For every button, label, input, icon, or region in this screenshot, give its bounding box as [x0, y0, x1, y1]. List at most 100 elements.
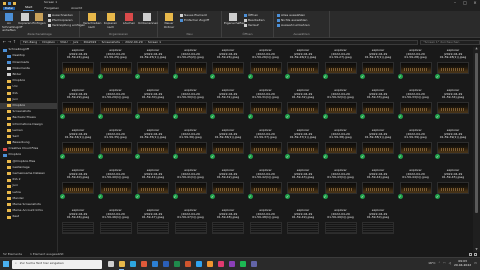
large-icons-view-icon[interactable] — [474, 253, 477, 256]
breadcrumb-item[interactable]: IDA2022 — [84, 40, 97, 45]
taskbar-app-indesign[interactable] — [215, 258, 226, 270]
easy-access-button[interactable]: Einfacher Zugriff — [180, 18, 209, 23]
rename-button[interactable]: Umbenennen — [138, 13, 158, 26]
file-item[interactable]: explorer (2022-04-29 01-59-36(1)).jpeg ✓ — [210, 129, 246, 169]
breadcrumb-item[interactable]: Screenshots — [102, 40, 120, 45]
tab-file[interactable]: Datei — [3, 6, 16, 11]
file-item[interactable]: explorer (2022-04-29 01-59-31(1)).jpeg ✓ — [247, 89, 284, 129]
file-item[interactable]: explorer (2022-04-29 01-59-30).jpeg ✓ — [135, 89, 171, 129]
properties-icon[interactable] — [8, 1, 11, 5]
taskbar-app-illustrator[interactable] — [204, 258, 215, 270]
file-item[interactable]: explorer (2022-04-29 01-59-50).jpeg — [360, 209, 396, 249]
nav-item[interactable]: Rest — [0, 214, 57, 220]
taskbar-app-mail[interactable] — [149, 258, 160, 270]
file-item[interactable]: explorer (2022-04-29 01-59-37).jpeg ✓ — [247, 129, 284, 169]
taskbar-app-powerpoint[interactable] — [182, 258, 193, 270]
file-item[interactable]: explorer (2022-04-29 01-59-43).jpeg ✓ — [285, 169, 321, 209]
file-item[interactable]: explorer (2022-04-29 01-59-41).jpeg ✓ — [135, 169, 171, 209]
history-button[interactable]: Verlauf — [244, 23, 259, 28]
delete-button[interactable]: Löschen — [122, 13, 136, 26]
file-item[interactable]: explorer (2022-04-29 01-59-28(1)).jpeg ✓ — [435, 49, 471, 89]
breadcrumb-item[interactable]: Juni — [73, 40, 79, 45]
tab-share[interactable]: Freigeben — [42, 6, 61, 11]
search-input[interactable]: "Screen 1" durchsuchen — [420, 40, 480, 45]
file-item[interactable]: explorer (2022-04-29 01-59-39(1)).jpeg ✓ — [435, 129, 471, 169]
file-item[interactable]: explorer (2022-04-29 01-59-49).jpeg — [285, 209, 321, 249]
pin-quick-access-button[interactable]: An Schnellzugriff anheften — [2, 13, 22, 33]
file-item[interactable]: explorer (2022-04-29 01-59-26).jpeg ✓ — [210, 49, 246, 89]
speaker-icon[interactable]: ◁ — [449, 262, 451, 266]
breadcrumb-item[interactable]: VIGU — [60, 40, 67, 45]
file-item[interactable]: explorer (2022-04-29 01-59-25(2)).jpeg ✓ — [172, 49, 209, 89]
file-item[interactable]: explorer (2022-04-29 01-59-37(1)).jpeg ✓ — [285, 129, 321, 169]
scrollbar-thumb[interactable] — [475, 53, 478, 213]
up-button[interactable]: ↑ — [12, 40, 17, 45]
file-item[interactable]: explorer (2022-04-29 01-59-34(1)).jpeg ✓ — [60, 129, 96, 169]
file-item[interactable]: explorer (2022-04-29 01-59-31).jpeg ✓ — [210, 89, 246, 129]
file-item[interactable]: explorer (2022-04-29 01-59-42).jpeg ✓ — [210, 169, 246, 209]
weather-temperature[interactable]: 16°C — [428, 262, 435, 266]
vertical-scrollbar[interactable]: ▲ ▼ — [473, 46, 480, 252]
file-item[interactable]: explorer (2022-04-29 01-59-41(1)).jpeg ✓ — [172, 169, 209, 209]
file-item[interactable]: explorer (2022-04-29 01-59-44(1)).jpeg ✓ — [397, 169, 434, 209]
file-item[interactable]: explorer (2022-04-29 01-59-29(1)).jpeg ✓ — [97, 89, 134, 129]
file-item[interactable]: explorer (2022-04-29 01-59-40(1)).jpeg ✓ — [97, 169, 134, 209]
new-folder-button[interactable]: Neuer Ordner — [161, 13, 177, 29]
file-item[interactable]: explorer (2022-04-29 01-59-29).jpeg ✓ — [60, 89, 96, 129]
properties-button[interactable]: Eigenschaften — [224, 13, 245, 26]
file-item[interactable]: explorer (2022-04-29 01-59-28).jpeg ✓ — [397, 49, 434, 89]
file-item[interactable]: explorer (2022-04-29 01-59-35).jpeg ✓ — [97, 129, 134, 169]
copy-to-button[interactable]: Kopieren nach — [102, 13, 119, 29]
file-item[interactable]: explorer (2022-04-29 01-59-25).jpeg ✓ — [97, 49, 134, 89]
file-item[interactable]: explorer (2022-04-29 01-59-26(1)).jpeg ✓ — [247, 49, 284, 89]
file-item[interactable]: explorer (2022-04-29 01-59-32).jpeg ✓ — [285, 89, 321, 129]
file-item[interactable]: explorer (2022-04-29 01-59-33).jpeg ✓ — [360, 89, 396, 129]
file-item[interactable]: explorer (2022-04-29 01-59-47).jpeg — [135, 209, 171, 249]
file-item[interactable]: explorer (2022-04-29 01-59-27).jpeg ✓ — [322, 49, 359, 89]
breadcrumb-item[interactable]: 2022-04-29 — [125, 40, 142, 45]
taskbar-app-onenote[interactable] — [226, 258, 237, 270]
taskbar-app-chrome[interactable] — [138, 258, 149, 270]
tab-view[interactable]: Ansicht — [69, 6, 84, 11]
file-item[interactable]: explorer (2022-04-29 01-59-40).jpeg ✓ — [60, 169, 96, 209]
file-item[interactable]: explorer (2022-04-29 01-59-46(1)).jpeg — [98, 209, 134, 249]
move-to-button[interactable]: Verschieben nach — [83, 13, 101, 29]
paste-button[interactable]: Einfügen — [32, 13, 46, 26]
file-item[interactable]: explorer (2022-04-29 01-59-48).jpeg — [210, 209, 246, 249]
file-item[interactable]: explorer (2022-04-29 01-59-45).jpeg ✓ — [435, 169, 471, 209]
file-item[interactable]: explorer (2022-04-29 01-59-46).jpeg — [60, 209, 96, 249]
breadcrumb-item[interactable]: Screen 1 — [148, 40, 161, 45]
file-item[interactable]: explorer (2022-04-29 01-59-24).jpeg ✓ — [60, 49, 96, 89]
taskbar-app-word[interactable] — [160, 258, 171, 270]
taskbar-app-photoshop[interactable] — [193, 258, 204, 270]
file-item[interactable]: explorer (2022-04-29 01-59-38(1)).jpeg ✓ — [360, 129, 396, 169]
file-item[interactable]: explorer (2022-04-29 01-59-26(2)).jpeg ✓ — [285, 49, 321, 89]
new-folder-icon[interactable] — [13, 1, 16, 5]
file-item[interactable]: explorer (2022-04-29 01-59-47(1)).jpeg — [173, 209, 209, 249]
file-item[interactable]: explorer (2022-04-29 01-59-25(1)).jpeg ✓ — [135, 49, 171, 89]
details-view-icon[interactable] — [469, 253, 472, 256]
start-button[interactable] — [0, 258, 12, 270]
taskbar-app-task-view[interactable] — [105, 258, 116, 270]
wifi-icon[interactable]: ◠ — [443, 262, 446, 266]
taskbar-app-teams[interactable] — [248, 258, 259, 270]
copy-button[interactable]: Kopieren — [18, 13, 32, 26]
folder-icon[interactable] — [3, 1, 6, 5]
taskbar-app-edge[interactable] — [127, 258, 138, 270]
file-item[interactable]: explorer (2022-04-29 01-59-48(1)).jpeg — [248, 209, 284, 249]
file-item[interactable]: explorer (2022-04-29 01-59-30(1)).jpeg ✓ — [172, 89, 209, 129]
file-item[interactable]: explorer (2022-04-29 01-59-33(1)).jpeg ✓ — [397, 89, 434, 129]
file-item[interactable]: explorer (2022-04-29 01-59-35(1)).jpeg ✓ — [135, 129, 171, 169]
notifications-icon[interactable]: ▭ — [474, 262, 477, 266]
breadcrumb-item[interactable]: Tim Zang — [23, 40, 37, 45]
file-item[interactable]: explorer (2022-04-29 01-59-36).jpeg ✓ — [172, 129, 209, 169]
file-item[interactable]: explorer (2022-04-29 01-59-43(1)).jpeg ✓ — [322, 169, 359, 209]
scroll-up-arrow[interactable]: ▲ — [473, 46, 480, 51]
file-item[interactable]: explorer (2022-04-29 01-59-38).jpeg ✓ — [322, 129, 359, 169]
breadcrumb-item[interactable]: Dropbox — [42, 40, 55, 45]
taskbar-app-excel[interactable] — [171, 258, 182, 270]
invert-selection-button[interactable]: Auswahl umkehren — [277, 23, 310, 28]
file-item[interactable]: explorer (2022-04-29 01-59-32(1)).jpeg ✓ — [322, 89, 359, 129]
file-item[interactable]: explorer (2022-04-29 01-59-27(1)).jpeg ✓ — [360, 49, 396, 89]
taskbar-search-input[interactable]: ⌕ Zur Suche Text hier eingeben — [12, 259, 102, 269]
